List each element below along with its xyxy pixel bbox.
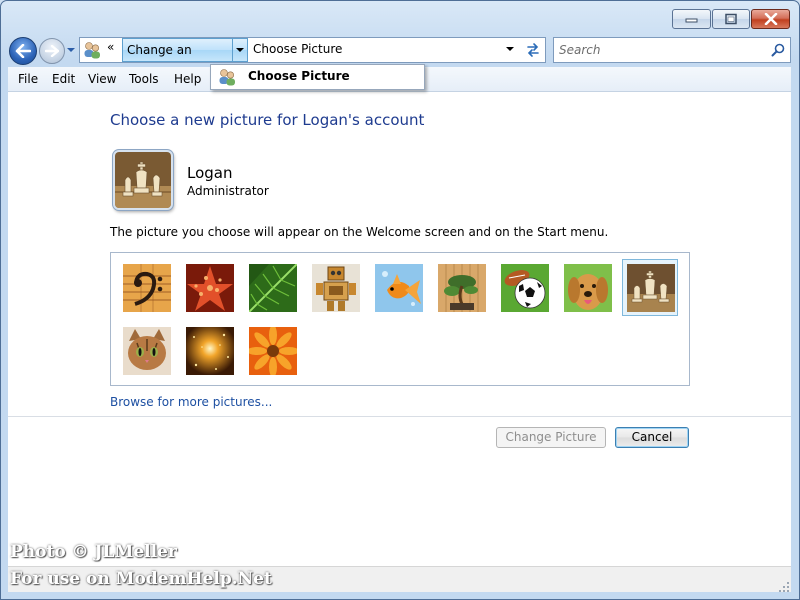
bass-clef-icon	[123, 264, 171, 312]
search-placeholder: Search	[559, 43, 601, 57]
soccer-ball-icon	[501, 264, 549, 312]
refresh-button[interactable]	[521, 38, 545, 62]
sparkles-icon	[186, 327, 234, 375]
maximize-icon	[725, 13, 737, 25]
breadcrumb-change-account[interactable]: Change an Account	[122, 38, 233, 79]
avatar	[113, 150, 173, 210]
maximize-button[interactable]	[712, 9, 750, 29]
arrow-left-icon	[15, 44, 31, 58]
goldfish-icon	[375, 264, 423, 312]
chess-icon	[627, 264, 675, 312]
chevron-down-icon	[67, 48, 75, 52]
arrow-right-icon	[45, 45, 59, 57]
minimize-button[interactable]	[672, 9, 711, 29]
picture-chess[interactable]	[627, 264, 675, 312]
picture-description: The picture you choose will appear on th…	[110, 225, 609, 239]
user-role: Administrator	[187, 184, 269, 198]
change-picture-button[interactable]: Change Picture	[496, 427, 606, 448]
picture-soccer-ball[interactable]	[501, 264, 549, 312]
users-icon	[217, 67, 237, 87]
breadcrumb-dropdown-button[interactable]	[233, 38, 248, 62]
watermark-line-1: Photo © JLMeller	[10, 542, 177, 562]
picture-dog[interactable]	[564, 264, 612, 312]
menu-edit[interactable]: Edit	[52, 72, 75, 86]
daisy-icon	[249, 327, 297, 375]
picture-sparkles[interactable]	[186, 327, 234, 375]
recent-pages-button[interactable]	[66, 44, 76, 56]
resize-grip[interactable]	[778, 578, 790, 592]
picture-goldfish[interactable]	[375, 264, 423, 312]
chevron-down-icon	[236, 48, 244, 52]
user-name: Logan	[187, 164, 233, 182]
dropdown-item-choose-picture[interactable]: Choose Picture	[248, 69, 350, 83]
back-button[interactable]	[9, 37, 37, 65]
picture-kitten[interactable]	[123, 327, 171, 375]
minimize-icon	[685, 18, 697, 23]
chess-icon	[115, 152, 171, 208]
separator	[8, 416, 791, 417]
picture-bass-clef[interactable]	[123, 264, 171, 312]
bonsai-icon	[438, 264, 486, 312]
menu-file[interactable]: File	[18, 72, 38, 86]
page-title: Choose a new picture for Logan's account	[110, 111, 425, 129]
picture-robot[interactable]	[312, 264, 360, 312]
dog-icon	[564, 264, 612, 312]
chevron-down-icon	[506, 47, 514, 51]
robot-icon	[312, 264, 360, 312]
starfish-icon	[186, 264, 234, 312]
forward-button[interactable]	[39, 38, 65, 64]
close-icon	[764, 13, 777, 25]
picture-daisy[interactable]	[249, 327, 297, 375]
breadcrumb-current[interactable]: Choose Picture	[253, 42, 342, 56]
browse-more-pictures-link[interactable]: Browse for more pictures...	[110, 395, 272, 409]
menu-help[interactable]: Help	[174, 72, 201, 86]
search-icon[interactable]	[771, 42, 785, 57]
cancel-button[interactable]: Cancel	[615, 427, 689, 448]
users-icon	[82, 40, 102, 60]
watermark-line-2: For use on ModemHelp.Net	[10, 569, 272, 589]
picture-bonsai[interactable]	[438, 264, 486, 312]
kitten-icon	[123, 327, 171, 375]
picture-leaf[interactable]	[249, 264, 297, 312]
leaf-icon	[249, 264, 297, 312]
menu-tools[interactable]: Tools	[129, 72, 159, 86]
picture-starfish[interactable]	[186, 264, 234, 312]
close-button[interactable]	[751, 9, 790, 29]
menu-view[interactable]: View	[88, 72, 116, 86]
refresh-icon	[527, 43, 539, 57]
address-history-button[interactable]	[503, 42, 517, 56]
breadcrumb-overflow[interactable]: «	[107, 40, 114, 54]
